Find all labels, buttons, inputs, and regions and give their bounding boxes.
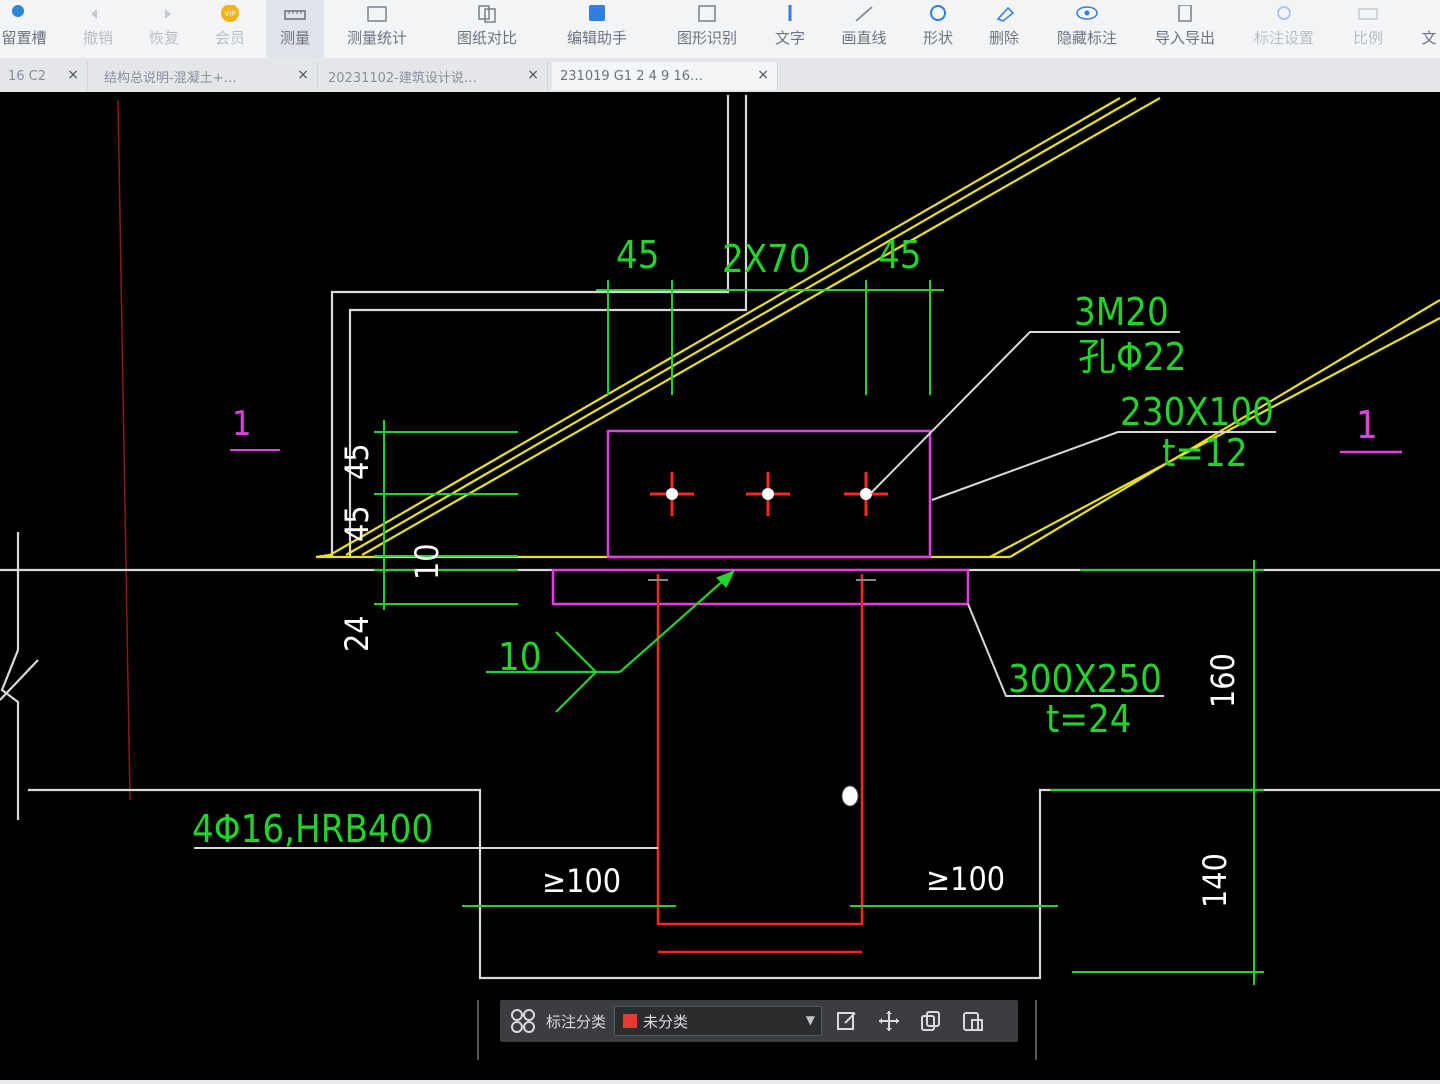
toolbar-item-import-export[interactable]: 导入导出 (1146, 0, 1224, 58)
scale-icon (1358, 8, 1378, 20)
rebar-label: 4Φ16,HRB400 (192, 807, 433, 851)
leader-lines (194, 331, 1276, 849)
dimension-lines (374, 280, 1264, 985)
stair-slab (315, 97, 1440, 559)
move-icon (879, 1011, 900, 1031)
axis-line (117, 99, 131, 801)
compare-icon (478, 5, 496, 23)
more-icon (1417, 5, 1440, 23)
toolbar-item-line[interactable]: 画直线 (832, 0, 896, 58)
grid-icon (511, 1009, 535, 1033)
toolbar-item-undo[interactable]: 撤销 (74, 0, 122, 58)
anchor-rebar (656, 574, 864, 954)
close-icon[interactable]: × (757, 67, 769, 83)
section-mark-left: 1 (232, 404, 251, 444)
tab-document-3[interactable]: 20231102-建筑设计说… × (320, 62, 548, 90)
base-plate (551, 568, 970, 606)
dim-left-45-upper: 45 (338, 443, 376, 480)
cad-drawing: 45 2X70 45 3M20 孔Φ22 230X100 t=12 300X25… (0, 95, 1440, 1060)
min-spacing-right: ≥100 (926, 860, 1005, 898)
close-icon[interactable]: × (297, 67, 309, 83)
edit-icon (837, 1012, 856, 1030)
annotation-settings-icon (1277, 6, 1291, 20)
category-select[interactable]: 未分类 ▼ (614, 1006, 823, 1036)
bolt-label: 3M20 (1074, 290, 1169, 334)
dim-left-45-lower: 45 (338, 505, 376, 542)
dim-140: 140 (1196, 853, 1234, 908)
bolt-hole (666, 488, 678, 500)
toolbar-item-text[interactable]: 文字 (766, 0, 814, 58)
line-icon (855, 6, 873, 22)
toolbar-item-delete[interactable]: 删除 (980, 0, 1028, 58)
redo-icon (165, 9, 171, 19)
toolbar-item-vip[interactable]: VIP 会员 (206, 0, 254, 58)
toolbar-item-hide-annotation[interactable]: 隐藏标注 (1048, 0, 1126, 58)
weld-size: 10 (498, 635, 542, 679)
toolbar: 留置槽 撤销 恢复 VIP 会员 测量 测量统计 图纸对比 编辑助手 图形识别 … (0, 0, 1440, 58)
dim-left-24: 24 (338, 615, 376, 652)
svg-text:VIP: VIP (224, 10, 235, 18)
toolbar-item-compare[interactable]: 图纸对比 (446, 0, 528, 58)
edit-button[interactable] (830, 1006, 864, 1036)
category-label: 标注分类 (546, 1012, 607, 1031)
shape-icon (930, 5, 946, 21)
bolt-hole (762, 488, 774, 500)
toolbar-item-scale[interactable]: 比例 (1344, 0, 1392, 58)
toolbar-item-drop[interactable]: 留置槽 (0, 0, 48, 58)
text-icon (788, 5, 792, 21)
close-icon[interactable]: × (67, 67, 79, 83)
toolbar-item-redo[interactable]: 恢复 (140, 0, 188, 58)
ruler-icon (284, 10, 306, 20)
move-button[interactable] (872, 1006, 906, 1036)
dim-top-left: 45 (616, 233, 660, 277)
toolbar-item-annotation-settings[interactable]: 标注设置 (1244, 0, 1324, 58)
dim-top-middle: 2X70 (722, 237, 811, 281)
shape-recognize-icon (698, 5, 716, 22)
toolbar-item-edit-assistant[interactable]: 编辑助手 (556, 0, 638, 58)
toolbar-item-measure-stats[interactable]: 测量统计 (338, 0, 416, 58)
hand-cursor-icon (841, 785, 859, 807)
category-value: 未分类 (643, 1012, 689, 1031)
base-plate-size: 300X250 (1008, 657, 1162, 701)
dim-top-right: 45 (878, 233, 922, 277)
tab-document-2[interactable]: 结构总说明-混凝土+… × (96, 62, 318, 90)
import-export-icon (1178, 5, 1192, 22)
eye-icon (1076, 6, 1098, 20)
drawing-canvas[interactable]: 45 2X70 45 3M20 孔Φ22 230X100 t=12 300X25… (0, 92, 1440, 1080)
toolbar-item-measure[interactable]: 测量 (266, 0, 324, 58)
drop-icon (12, 5, 24, 17)
base-plate-thickness: t=24 (1046, 697, 1132, 741)
edit-assistant-icon (589, 5, 605, 21)
close-icon[interactable]: × (527, 67, 539, 83)
annotation-category-bar: 标注分类 未分类 ▼ (500, 1000, 1018, 1042)
section-mark-right: 1 (1356, 403, 1378, 447)
category-color-swatch (623, 1014, 638, 1028)
tab-document-1[interactable]: 16 C2 × (0, 62, 88, 90)
vip-icon: VIP (221, 5, 239, 22)
small-plate-thickness: t=12 (1162, 431, 1248, 475)
toolbar-item-shape[interactable]: 形状 (914, 0, 962, 58)
chevron-down-icon: ▼ (805, 1013, 816, 1027)
document-tab-bar: 16 C2 × 结构总说明-混凝土+… × 20231102-建筑设计说… × … (0, 58, 1440, 93)
dim-160: 160 (1204, 653, 1242, 708)
paste-icon (963, 1012, 984, 1031)
copy-icon (921, 1011, 941, 1031)
toolbar-item-shape-recognize[interactable]: 图形识别 (666, 0, 748, 58)
eraser-icon (996, 6, 1015, 22)
paste-button[interactable] (956, 1006, 990, 1036)
min-spacing-left: ≥100 (542, 862, 621, 900)
undo-icon (91, 9, 97, 19)
tab-document-4[interactable]: 231019 G1 2 4 9 16… × (552, 62, 778, 90)
copy-button[interactable] (914, 1006, 948, 1036)
small-plate-size: 230X100 (1120, 390, 1274, 434)
hole-label: 孔Φ22 (1078, 335, 1186, 379)
measure-stats-icon (367, 6, 387, 22)
dim-left-10: 10 (408, 543, 446, 580)
toolbar-item-more[interactable]: 文 (1418, 0, 1440, 58)
